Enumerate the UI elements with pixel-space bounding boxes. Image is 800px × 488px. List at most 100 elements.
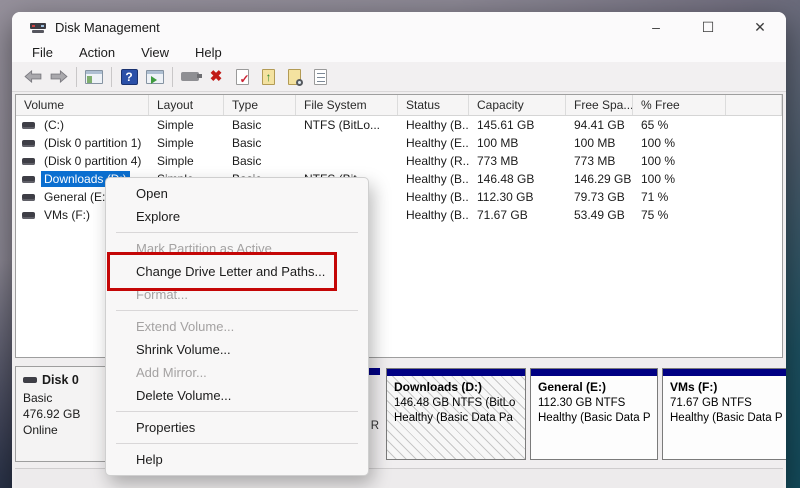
cell-type: Basic: [224, 154, 296, 168]
device-icon: [181, 72, 199, 81]
back-button[interactable]: [20, 65, 46, 89]
attach-vhd-button[interactable]: [177, 65, 203, 89]
menu-separator: [116, 310, 358, 311]
toolbar-separator: [172, 67, 173, 87]
menu-separator: [116, 411, 358, 412]
titlebar: Disk Management – ☐ ✕: [12, 12, 786, 42]
menu-item-format: Format...: [106, 283, 368, 306]
header-type[interactable]: Type: [224, 95, 296, 115]
menu-item-change-drive-letter[interactable]: Change Drive Letter and Paths...: [106, 260, 368, 283]
partition-size: 112.30 GB NTFS: [538, 397, 657, 409]
forward-button[interactable]: [46, 65, 72, 89]
folder-up-arrow-icon: ↑: [262, 69, 275, 85]
menu-separator: [116, 443, 358, 444]
header-volume[interactable]: Volume: [16, 95, 149, 115]
volume-name: (Disk 0 partition 4): [41, 153, 144, 169]
menu-item-mark-partition-active: Mark Partition as Active: [106, 237, 368, 260]
disk-status: Online: [23, 423, 106, 437]
partition-status: Healthy (Basic Data P: [538, 412, 657, 424]
cell-capacity: 71.67 GB: [469, 208, 566, 222]
header-pct-free[interactable]: % Free: [633, 95, 726, 115]
volume-name: General (E:): [41, 189, 112, 205]
partition-general[interactable]: General (E:) 112.30 GB NTFS Healthy (Bas…: [530, 368, 658, 460]
cell-status: Healthy (B...: [398, 118, 469, 132]
cell-free: 146.29 GB: [566, 172, 633, 186]
cell-pct: 100 %: [633, 136, 726, 150]
menu-item-open[interactable]: Open: [106, 182, 368, 205]
cell-capacity: 773 MB: [469, 154, 566, 168]
table-row[interactable]: (C:) Simple Basic NTFS (BitLo... Healthy…: [16, 116, 782, 134]
document-check-icon: ✓: [236, 69, 249, 85]
desktop: { "window": { "title": "Disk Management"…: [0, 0, 800, 488]
partition-vms[interactable]: VMs (F:) 71.67 GB NTFS Healthy (Basic Da…: [662, 368, 786, 460]
menu-item-help[interactable]: Help: [106, 448, 368, 471]
cell-status: Healthy (B...: [398, 190, 469, 204]
cell-free: 100 MB: [566, 136, 633, 150]
header-empty: [726, 95, 782, 115]
menu-item-add-mirror: Add Mirror...: [106, 361, 368, 384]
menu-item-delete-volume[interactable]: Delete Volume...: [106, 384, 368, 407]
partition-downloads[interactable]: Downloads (D:) 146.48 GB NTFS (BitLo Hea…: [386, 368, 526, 460]
cell-pct: 100 %: [633, 172, 726, 186]
menu-action[interactable]: Action: [79, 45, 115, 60]
menu-item-explore[interactable]: Explore: [106, 205, 368, 228]
partition-status: Healthy (Basic Data Pa: [394, 412, 525, 424]
header-status[interactable]: Status: [398, 95, 469, 115]
cell-status: Healthy (B...: [398, 208, 469, 222]
cell-free: 53.49 GB: [566, 208, 633, 222]
show-console-tree-button[interactable]: [81, 65, 107, 89]
task-list-button[interactable]: [307, 65, 333, 89]
import-disk-button[interactable]: ↑: [255, 65, 281, 89]
menu-file[interactable]: File: [32, 45, 53, 60]
cell-status: Healthy (E...: [398, 136, 469, 150]
maximize-button[interactable]: ☐: [682, 12, 734, 42]
help-icon: ?: [121, 69, 138, 85]
show-action-pane-button[interactable]: [142, 65, 168, 89]
partition-name: VMs (F:): [670, 380, 786, 394]
table-row[interactable]: (Disk 0 partition 1) Simple Basic Health…: [16, 134, 782, 152]
cell-pct: 65 %: [633, 118, 726, 132]
help-button[interactable]: ?: [116, 65, 142, 89]
header-file-system[interactable]: File System: [296, 95, 398, 115]
folder-magnifier-icon: [288, 69, 301, 85]
partition-name: Downloads (D:): [394, 380, 525, 394]
cell-layout: Simple: [149, 118, 224, 132]
cell-layout: Simple: [149, 136, 224, 150]
menu-view[interactable]: View: [141, 45, 169, 60]
menu-item-extend-volume: Extend Volume...: [106, 315, 368, 338]
minimize-button[interactable]: –: [630, 12, 682, 42]
volume-icon: [22, 194, 35, 201]
forward-arrow-icon: [49, 70, 69, 83]
console-tree-icon: [85, 70, 103, 84]
header-capacity[interactable]: Capacity: [469, 95, 566, 115]
menu-item-shrink-volume[interactable]: Shrink Volume...: [106, 338, 368, 361]
volume-name: (Disk 0 partition 1): [41, 135, 144, 151]
menu-separator: [116, 232, 358, 233]
menu-help[interactable]: Help: [195, 45, 222, 60]
partition-name: General (E:): [538, 380, 657, 394]
check-volume-button[interactable]: ✓: [229, 65, 255, 89]
cell-capacity: 112.30 GB: [469, 190, 566, 204]
volume-icon: [22, 122, 35, 129]
checklist-icon: [314, 69, 327, 85]
partition-color-strip: [663, 369, 786, 376]
close-button[interactable]: ✕: [734, 12, 786, 42]
search-disk-button[interactable]: [281, 65, 307, 89]
menu-item-properties[interactable]: Properties: [106, 416, 368, 439]
disk0-panel[interactable]: Disk 0 Basic 476.92 GB Online: [15, 366, 107, 462]
cell-pct: 100 %: [633, 154, 726, 168]
partition-size: 71.67 GB NTFS: [670, 397, 786, 409]
cell-layout: Simple: [149, 154, 224, 168]
toolbar-separator: [111, 67, 112, 87]
disk-type: Basic: [23, 391, 106, 405]
header-free-space[interactable]: Free Spa...: [566, 95, 633, 115]
delete-volume-button[interactable]: ✖: [203, 65, 229, 89]
cell-fs: NTFS (BitLo...: [296, 118, 398, 132]
disk-size: 476.92 GB: [23, 407, 106, 421]
header-layout[interactable]: Layout: [149, 95, 224, 115]
cell-free: 773 MB: [566, 154, 633, 168]
toolbar: ? ✖ ✓ ↑: [12, 62, 786, 92]
red-x-icon: ✖: [210, 69, 223, 84]
table-row[interactable]: (Disk 0 partition 4) Simple Basic Health…: [16, 152, 782, 170]
cell-capacity: 145.61 GB: [469, 118, 566, 132]
